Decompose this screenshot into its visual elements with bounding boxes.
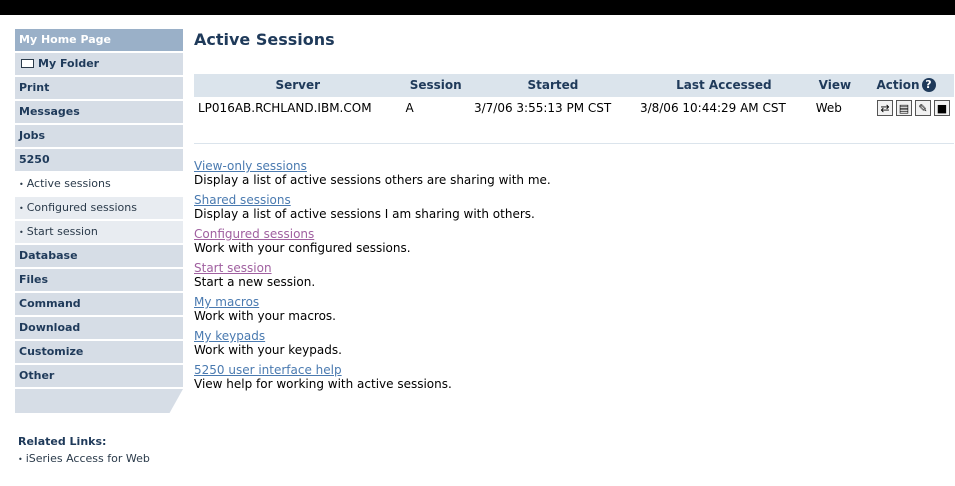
cell-started: 3/7/06 3:55:13 PM CST [469,96,636,119]
column-header-server: Server [275,78,321,92]
link-description: Work with your configured sessions. [194,241,411,255]
link-description: Display a list of active sessions I am s… [194,207,535,221]
ui-help-link[interactable]: 5250 user interface help [194,363,954,377]
link-description: Start a new session. [194,275,316,289]
stop-icon[interactable]: ■ [934,100,950,116]
column-header-action: Action? [858,74,954,97]
folder-icon [21,58,34,68]
sessions-table-container: Server Session Started Last Accessed Vie… [194,74,954,119]
transfer-icon[interactable]: ⇄ [877,100,893,116]
sidebar-item-label: My Home Page [19,33,111,46]
sidebar-item-label: Messages [19,105,80,118]
sidebar-item-label: Print [19,81,50,94]
my-keypads-link[interactable]: My keypads [194,329,954,343]
sidebar-subitem-start-session[interactable]: • Start session [15,221,183,243]
link-item-configured: Configured sessions Work with your confi… [194,227,954,255]
sidebar-item-files[interactable]: Files [15,269,183,291]
cell-last-accessed: 3/8/06 10:44:29 AM CST [635,96,812,119]
sidebar-footer-tab [15,389,183,413]
sidebar-item-download[interactable]: Download [15,317,183,339]
sidebar-item-database[interactable]: Database [15,245,183,267]
share-icon[interactable]: ▤ [896,100,912,116]
sidebar-item-label: Configured sessions [26,201,137,214]
cell-server: LP016AB.RCHLAND.IBM.COM [194,96,402,119]
bullet-icon: • [19,204,24,213]
sidebar-item-other[interactable]: Other [15,365,183,387]
sidebar-subitem-active-sessions[interactable]: • Active sessions [15,173,183,195]
sidebar-item-label: Jobs [19,129,46,142]
start-session-link[interactable]: Start session [194,261,954,275]
table-row: LP016AB.RCHLAND.IBM.COM A 3/7/06 3:55:13… [194,96,954,119]
sidebar-item-label: Start session [26,225,98,238]
column-header-last-accessed: Last Accessed [676,78,772,92]
sidebar-item-command[interactable]: Command [15,293,183,315]
link-item-start: Start session Start a new session. [194,261,954,289]
main-content: Active Sessions Server Session Started L… [194,29,954,391]
sidebar-item-home[interactable]: My Home Page [15,29,183,51]
page-title: Active Sessions [194,30,335,49]
sidebar-item-label: Database [19,249,78,262]
sessions-table: Server Session Started Last Accessed Vie… [194,74,954,119]
sidebar-item-label: Other [19,369,55,382]
cell-session: A [401,96,470,119]
sidebar-item-5250[interactable]: 5250 [15,149,183,171]
column-header-started: Started [527,78,579,92]
sidebar-item-customize[interactable]: Customize [15,341,183,363]
column-header-view: View [818,78,852,92]
sidebar-item-label: Files [19,273,49,286]
table-header-row: Server Session Started Last Accessed Vie… [194,74,954,97]
separator [194,143,954,144]
sidebar-item-jobs[interactable]: Jobs [15,125,183,147]
cell-actions: ⇄ ▤ ✎ ■ [857,96,954,119]
sidebar-nav: My Home Page My Folder Print Messages Jo… [15,29,183,413]
configured-sessions-link[interactable]: Configured sessions [194,227,954,241]
sidebar-item-my-folder[interactable]: My Folder [15,53,183,75]
my-macros-link[interactable]: My macros [194,295,954,309]
sidebar-subitem-configured-sessions[interactable]: • Configured sessions [15,197,183,219]
shared-sessions-link[interactable]: Shared sessions [194,193,954,207]
sidebar-item-label: Customize [19,345,84,358]
edit-icon[interactable]: ✎ [915,100,931,116]
help-icon[interactable]: ? [921,78,936,92]
link-item-keypads: My keypads Work with your keypads. [194,329,954,357]
sidebar-item-label: Command [19,297,81,310]
link-description: Display a list of active sessions others… [194,173,551,187]
cell-view: Web [811,96,858,119]
link-item-view-only: View-only sessions Display a list of act… [194,159,954,187]
sidebar-item-label: 5250 [19,153,50,166]
bullet-icon: • [19,180,24,189]
sidebar-item-label: Active sessions [26,177,111,190]
sidebar-item-label: Download [19,321,81,334]
column-header-action-label: Action [876,78,920,92]
sidebar-item-print[interactable]: Print [15,77,183,99]
sidebar-item-messages[interactable]: Messages [15,101,183,123]
task-links: View-only sessions Display a list of act… [194,159,954,397]
related-links-heading: Related Links: [18,435,107,448]
sidebar-item-label: My Folder [38,57,100,70]
top-bar [0,0,955,15]
related-link-iseries[interactable]: • iSeries Access for Web [15,452,183,465]
link-description: Work with your keypads. [194,343,342,357]
related-link-label: iSeries Access for Web [25,452,150,465]
link-description: Work with your macros. [194,309,336,323]
bullet-icon: • [18,455,23,464]
sidebar: My Home Page My Folder Print Messages Jo… [15,29,183,465]
link-item-shared: Shared sessions Display a list of active… [194,193,954,221]
link-item-macros: My macros Work with your macros. [194,295,954,323]
bullet-icon: • [19,228,24,237]
view-only-sessions-link[interactable]: View-only sessions [194,159,954,173]
link-description: View help for working with active sessio… [194,377,452,391]
link-item-help: 5250 user interface help View help for w… [194,363,954,391]
column-header-session: Session [409,78,462,92]
